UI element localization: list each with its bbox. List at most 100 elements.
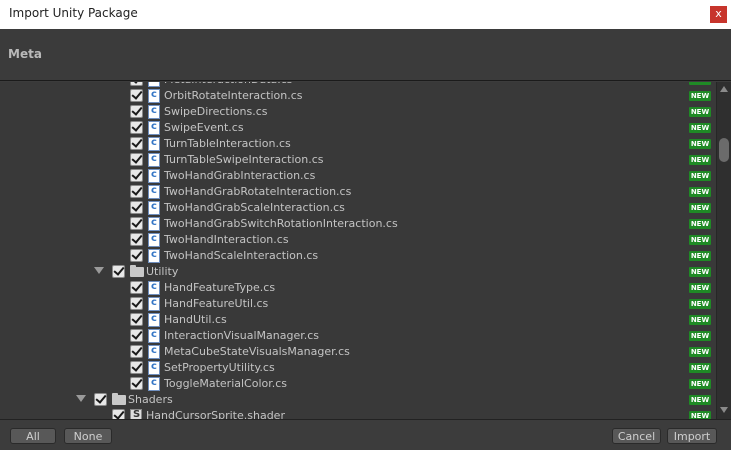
include-checkbox[interactable] <box>130 153 143 166</box>
row-label: TwoHandGrabScaleInteraction.cs <box>164 201 345 214</box>
new-badge: NEW <box>689 203 711 213</box>
package-header: Meta <box>0 29 731 81</box>
include-checkbox[interactable] <box>130 82 143 86</box>
include-checkbox[interactable] <box>130 185 143 198</box>
file-row[interactable]: TurnTableSwipeInteraction.cs NEW <box>0 152 716 168</box>
csharp-script-icon <box>148 82 160 87</box>
new-badge: NEW <box>689 139 711 149</box>
file-row[interactable]: HandCursorSprite.shader NEW <box>0 408 716 419</box>
include-checkbox[interactable] <box>112 409 125 419</box>
row-label: HandCursorSprite.shader <box>146 409 285 419</box>
new-badge: NEW <box>689 363 711 373</box>
title-bar: Import Unity Package x <box>0 0 731 29</box>
include-checkbox[interactable] <box>112 265 125 278</box>
include-checkbox[interactable] <box>130 217 143 230</box>
csharp-script-icon <box>148 185 160 199</box>
file-row[interactable]: MetaCubeStateVisualsManager.cs NEW <box>0 344 716 360</box>
window-title: Import Unity Package <box>9 6 138 20</box>
row-label: HandUtil.cs <box>164 313 227 326</box>
file-row[interactable]: SwipeDirections.cs NEW <box>0 104 716 120</box>
file-row[interactable]: ToggleMaterialColor.cs NEW <box>0 376 716 392</box>
new-badge: NEW <box>689 155 711 165</box>
include-checkbox[interactable] <box>130 137 143 150</box>
all-button[interactable]: All <box>10 428 56 444</box>
include-checkbox[interactable] <box>130 313 143 326</box>
csharp-script-icon <box>148 297 160 311</box>
csharp-script-icon <box>148 313 160 327</box>
file-row[interactable]: InteractionVisualManager.cs NEW <box>0 328 716 344</box>
row-label: InteractionVisualManager.cs <box>164 329 319 342</box>
include-checkbox[interactable] <box>130 121 143 134</box>
row-label: Shaders <box>128 393 173 406</box>
file-row[interactable]: HandFeatureType.cs NEW <box>0 280 716 296</box>
include-checkbox[interactable] <box>130 297 143 310</box>
include-checkbox[interactable] <box>130 281 143 294</box>
scroll-thumb[interactable] <box>719 138 729 162</box>
row-label: HandFeatureType.cs <box>164 281 276 294</box>
row-label: SwipeEvent.cs <box>164 121 244 134</box>
include-checkbox[interactable] <box>130 249 143 262</box>
csharp-script-icon <box>148 233 160 247</box>
folder-icon <box>130 265 144 277</box>
include-checkbox[interactable] <box>130 345 143 358</box>
csharp-script-icon <box>148 121 160 135</box>
new-badge: NEW <box>689 411 711 419</box>
csharp-script-icon <box>148 105 160 119</box>
include-checkbox[interactable] <box>130 329 143 342</box>
vertical-scrollbar[interactable] <box>716 82 731 419</box>
row-label: MetaInteractionData.cs <box>164 82 293 86</box>
none-button[interactable]: None <box>64 428 112 444</box>
row-label: MetaCubeStateVisualsManager.cs <box>164 345 350 358</box>
row-label: TurnTableInteraction.cs <box>164 137 291 150</box>
csharp-script-icon <box>148 329 160 343</box>
package-name: Meta <box>8 47 42 61</box>
file-row[interactable]: TurnTableInteraction.cs NEW <box>0 136 716 152</box>
include-checkbox[interactable] <box>130 233 143 246</box>
row-label: TurnTableSwipeInteraction.cs <box>164 153 324 166</box>
foldout-arrow-icon[interactable] <box>76 395 86 402</box>
file-row[interactable]: TwoHandGrabRotateInteraction.cs NEW <box>0 184 716 200</box>
file-row[interactable]: TwoHandGrabInteraction.cs NEW <box>0 168 716 184</box>
file-row[interactable]: HandUtil.cs NEW <box>0 312 716 328</box>
file-row[interactable]: OrbitRotateInteraction.cs NEW <box>0 88 716 104</box>
scroll-down-arrow-icon[interactable] <box>720 407 728 413</box>
include-checkbox[interactable] <box>130 201 143 214</box>
include-checkbox[interactable] <box>130 377 143 390</box>
row-label: HandFeatureUtil.cs <box>164 297 269 310</box>
row-label: TwoHandInteraction.cs <box>164 233 289 246</box>
foldout-arrow-icon[interactable] <box>94 267 104 274</box>
row-label: SwipeDirections.cs <box>164 105 268 118</box>
csharp-script-icon <box>148 153 160 167</box>
file-row[interactable]: TwoHandGrabScaleInteraction.cs NEW <box>0 200 716 216</box>
file-row[interactable]: SetPropertyUtility.cs NEW <box>0 360 716 376</box>
include-checkbox[interactable] <box>130 105 143 118</box>
new-badge: NEW <box>689 395 711 405</box>
file-row[interactable]: HandFeatureUtil.cs NEW <box>0 296 716 312</box>
new-badge: NEW <box>689 267 711 277</box>
new-badge: NEW <box>689 283 711 293</box>
csharp-script-icon <box>148 169 160 183</box>
csharp-script-icon <box>148 137 160 151</box>
include-checkbox[interactable] <box>130 361 143 374</box>
package-tree[interactable]: MetaInteractionData.csNEWOrbitRotateInte… <box>0 82 716 419</box>
close-button[interactable]: x <box>710 6 727 23</box>
include-checkbox[interactable] <box>94 393 107 406</box>
scroll-up-arrow-icon[interactable] <box>720 86 728 92</box>
file-row[interactable]: TwoHandScaleInteraction.cs NEW <box>0 248 716 264</box>
row-label: TwoHandGrabInteraction.cs <box>164 169 316 182</box>
file-row[interactable]: TwoHandInteraction.cs NEW <box>0 232 716 248</box>
import-button[interactable]: Import <box>667 428 717 444</box>
include-checkbox[interactable] <box>130 169 143 182</box>
row-label: Utility <box>146 265 179 278</box>
row-label: OrbitRotateInteraction.cs <box>164 89 303 102</box>
footer-bar: All None Cancel Import <box>0 419 731 450</box>
file-row[interactable]: SwipeEvent.cs NEW <box>0 120 716 136</box>
file-row[interactable]: TwoHandGrabSwitchRotationInteraction.cs N… <box>0 216 716 232</box>
cancel-button[interactable]: Cancel <box>612 428 661 444</box>
folder-row[interactable]: Utility NEW <box>0 264 716 280</box>
folder-row[interactable]: Shaders NEW <box>0 392 716 408</box>
new-badge: NEW <box>689 123 711 133</box>
include-checkbox[interactable] <box>130 89 143 102</box>
new-badge: NEW <box>689 91 711 101</box>
folder-icon <box>112 393 126 405</box>
